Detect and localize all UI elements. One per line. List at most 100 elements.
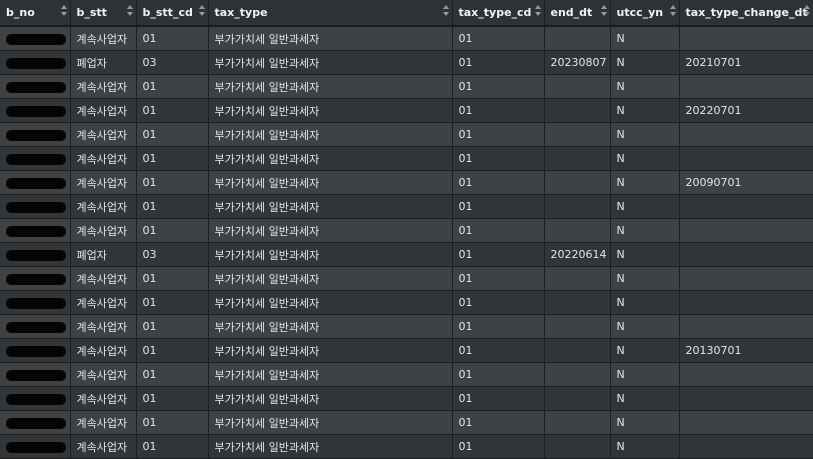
cell-b-stt-cd: 01 <box>136 218 209 243</box>
header-row: b_no b_stt b_stt_cd tax_type tax_type_cd end_… <box>0 0 813 27</box>
cell-end-dt <box>544 386 611 411</box>
redaction-bar <box>6 177 66 189</box>
table-row[interactable]: 계속사업자 01 부가가치세 일반과세자 01 N 20220701 <box>0 98 813 123</box>
column-header-tax-type-cd[interactable]: tax_type_cd <box>452 0 545 27</box>
cell-tax-type-change-dt: 20210701 <box>679 50 813 75</box>
cell-tax-type-cd: 01 <box>452 194 545 219</box>
column-header-b-no[interactable]: b_no <box>0 0 71 27</box>
cell-tax-type-cd: 01 <box>452 314 545 339</box>
redaction-bar <box>6 105 66 117</box>
column-header-end-dt[interactable]: end_dt <box>544 0 611 27</box>
table-row[interactable]: 계속사업자 01 부가가치세 일반과세자 01 N <box>0 266 813 291</box>
cell-end-dt: 20220614 <box>544 242 611 267</box>
table-row[interactable]: 폐업자 03 부가가치세 일반과세자 01 20230807 N 20210701 <box>0 50 813 75</box>
cell-end-dt <box>544 266 611 291</box>
cell-b-stt: 계속사업자 <box>70 362 137 387</box>
table-row[interactable]: 계속사업자 01 부가가치세 일반과세자 01 N <box>0 26 813 51</box>
cell-end-dt <box>544 170 611 195</box>
cell-b-no <box>0 146 71 171</box>
column-header-utcc-yn[interactable]: utcc_yn <box>610 0 680 27</box>
cell-tax-type: 부가가치세 일반과세자 <box>208 338 453 363</box>
cell-b-no <box>0 410 71 435</box>
column-header-label: utcc_yn <box>616 6 664 19</box>
cell-b-stt: 계속사업자 <box>70 434 137 459</box>
table-row[interactable]: 계속사업자 01 부가가치세 일반과세자 01 N 20090701 <box>0 170 813 195</box>
cell-tax-type: 부가가치세 일반과세자 <box>208 218 453 243</box>
table-row[interactable]: 계속사업자 01 부가가치세 일반과세자 01 N <box>0 218 813 243</box>
cell-utcc-yn: N <box>610 386 680 411</box>
sort-arrows-icon[interactable] <box>669 4 676 18</box>
sort-arrows-icon[interactable] <box>442 4 449 18</box>
table-row[interactable]: 폐업자 03 부가가치세 일반과세자 01 20220614 N <box>0 242 813 267</box>
cell-b-stt: 계속사업자 <box>70 170 137 195</box>
cell-b-stt-cd: 01 <box>136 434 209 459</box>
cell-tax-type-change-dt <box>679 74 813 99</box>
sort-arrows-icon[interactable] <box>60 4 67 18</box>
cell-utcc-yn: N <box>610 362 680 387</box>
table-row[interactable]: 계속사업자 01 부가가치세 일반과세자 01 N <box>0 146 813 171</box>
sort-arrows-icon[interactable] <box>534 4 541 18</box>
cell-b-no <box>0 266 71 291</box>
sort-arrows-icon[interactable] <box>198 4 205 18</box>
cell-end-dt <box>544 122 611 147</box>
cell-tax-type: 부가가치세 일반과세자 <box>208 434 453 459</box>
cell-end-dt <box>544 146 611 171</box>
redaction-bar <box>6 153 66 165</box>
table-row[interactable]: 계속사업자 01 부가가치세 일반과세자 01 N <box>0 290 813 315</box>
table-row[interactable]: 계속사업자 01 부가가치세 일반과세자 01 N <box>0 434 813 459</box>
column-header-b-stt[interactable]: b_stt <box>70 0 137 27</box>
cell-end-dt <box>544 194 611 219</box>
table-row[interactable]: 계속사업자 01 부가가치세 일반과세자 01 N <box>0 194 813 219</box>
sort-arrows-icon[interactable] <box>126 4 133 18</box>
cell-tax-type-cd: 01 <box>452 74 545 99</box>
table-row[interactable]: 계속사업자 01 부가가치세 일반과세자 01 N <box>0 386 813 411</box>
cell-b-stt: 계속사업자 <box>70 386 137 411</box>
cell-tax-type-cd: 01 <box>452 218 545 243</box>
cell-end-dt: 20230807 <box>544 50 611 75</box>
column-header-b-stt-cd[interactable]: b_stt_cd <box>136 0 209 27</box>
cell-b-stt: 계속사업자 <box>70 194 137 219</box>
cell-tax-type-change-dt <box>679 122 813 147</box>
sort-arrows-icon[interactable] <box>600 4 607 18</box>
cell-b-stt-cd: 01 <box>136 266 209 291</box>
cell-tax-type-change-dt <box>679 146 813 171</box>
cell-tax-type-cd: 01 <box>452 266 545 291</box>
cell-b-stt: 계속사업자 <box>70 122 137 147</box>
cell-tax-type-cd: 01 <box>452 50 545 75</box>
cell-utcc-yn: N <box>610 170 680 195</box>
cell-tax-type-change-dt <box>679 386 813 411</box>
cell-b-stt-cd: 01 <box>136 290 209 315</box>
sort-arrows-icon[interactable] <box>803 4 810 18</box>
cell-tax-type-change-dt <box>679 290 813 315</box>
cell-b-stt-cd: 01 <box>136 386 209 411</box>
cell-utcc-yn: N <box>610 218 680 243</box>
cell-b-no <box>0 218 71 243</box>
table-row[interactable]: 계속사업자 01 부가가치세 일반과세자 01 N <box>0 410 813 435</box>
table-row[interactable]: 계속사업자 01 부가가치세 일반과세자 01 N <box>0 314 813 339</box>
table-row[interactable]: 계속사업자 01 부가가치세 일반과세자 01 N 20130701 <box>0 338 813 363</box>
cell-end-dt <box>544 338 611 363</box>
cell-b-no <box>0 290 71 315</box>
cell-tax-type-change-dt: 20090701 <box>679 170 813 195</box>
table-row[interactable]: 계속사업자 01 부가가치세 일반과세자 01 N <box>0 74 813 99</box>
column-header-tax-type[interactable]: tax_type <box>208 0 453 27</box>
cell-tax-type: 부가가치세 일반과세자 <box>208 290 453 315</box>
cell-b-no <box>0 434 71 459</box>
table-row[interactable]: 계속사업자 01 부가가치세 일반과세자 01 N <box>0 122 813 147</box>
cell-utcc-yn: N <box>610 314 680 339</box>
cell-b-stt-cd: 01 <box>136 98 209 123</box>
cell-b-no <box>0 362 71 387</box>
cell-b-stt-cd: 01 <box>136 170 209 195</box>
data-table: b_no b_stt b_stt_cd tax_type tax_type_cd end_… <box>0 0 813 459</box>
cell-tax-type: 부가가치세 일반과세자 <box>208 98 453 123</box>
cell-b-no <box>0 50 71 75</box>
column-header-tax-type-change-dt[interactable]: tax_type_change_dt <box>679 0 813 27</box>
cell-tax-type-change-dt <box>679 194 813 219</box>
cell-b-stt-cd: 01 <box>136 26 209 51</box>
cell-tax-type-change-dt <box>679 410 813 435</box>
cell-b-stt: 계속사업자 <box>70 98 137 123</box>
cell-tax-type: 부가가치세 일반과세자 <box>208 146 453 171</box>
data-grid: b_no b_stt b_stt_cd tax_type tax_type_cd end_… <box>0 0 813 459</box>
cell-end-dt <box>544 290 611 315</box>
table-row[interactable]: 계속사업자 01 부가가치세 일반과세자 01 N <box>0 362 813 387</box>
